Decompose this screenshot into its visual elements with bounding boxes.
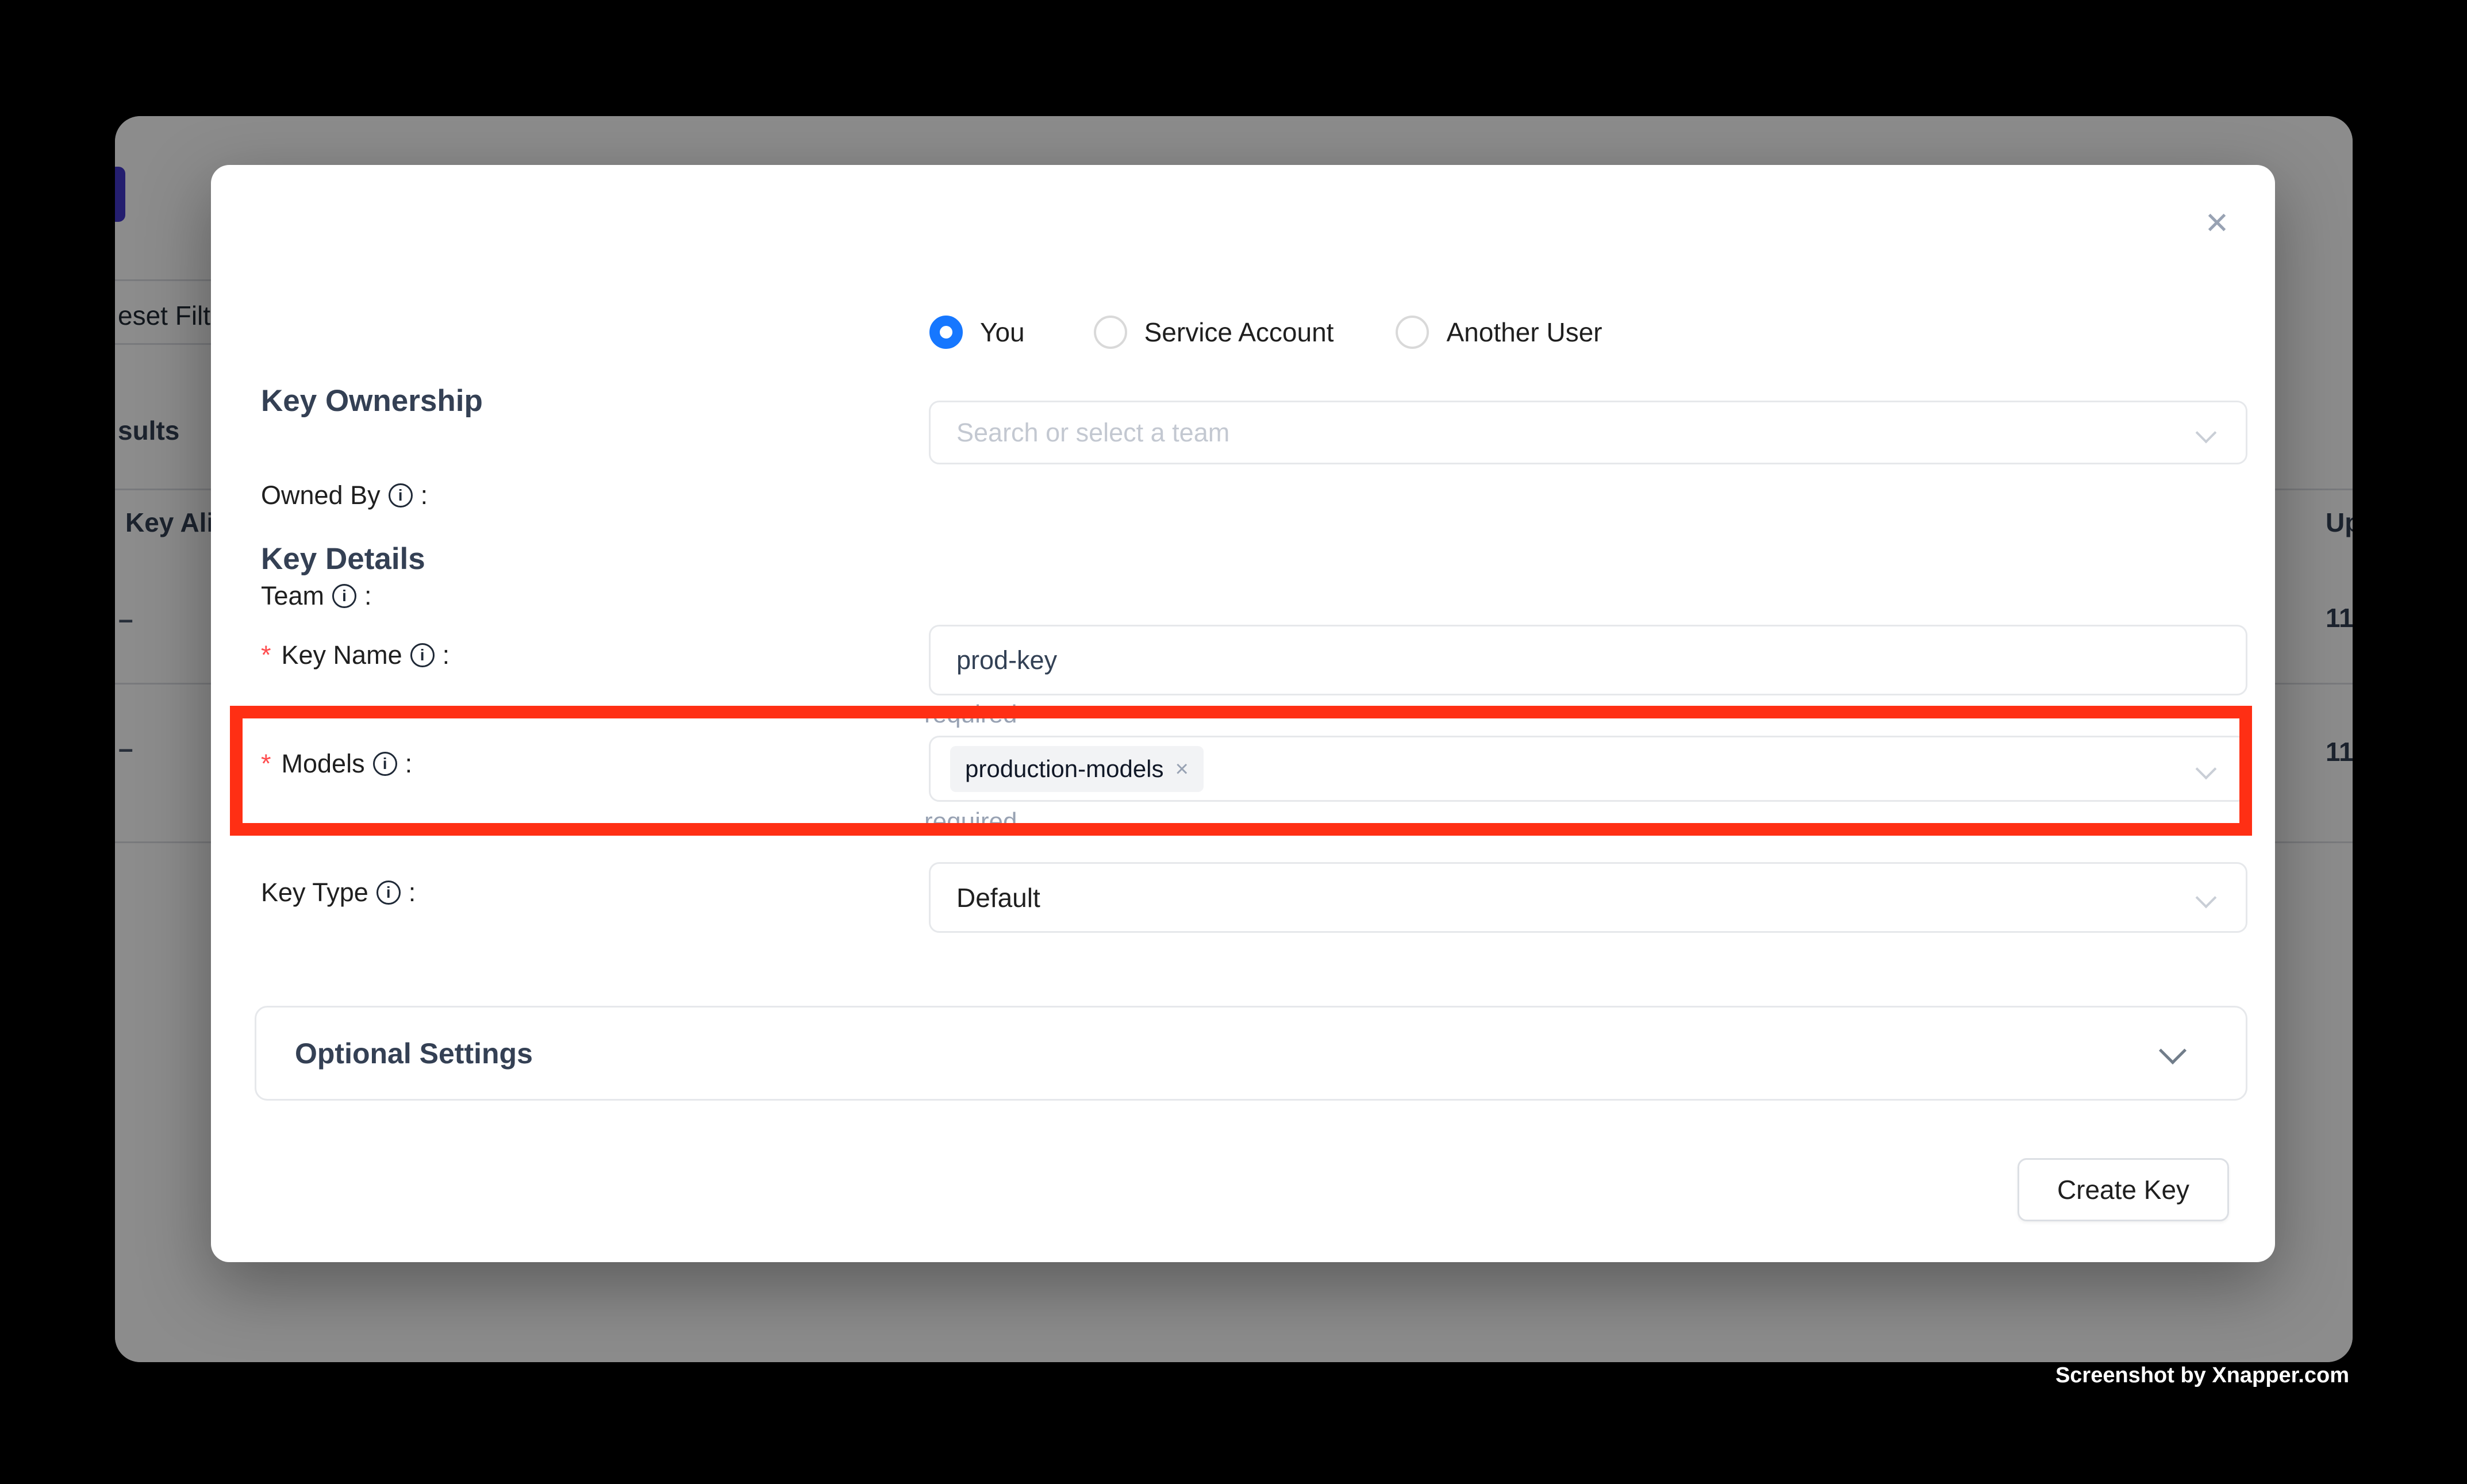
radio-another-user-label[interactable]: Another User [1446, 317, 1602, 348]
remove-tag-icon[interactable]: × [1175, 758, 1189, 781]
models-label: * Models i : [261, 749, 412, 779]
create-key-modal: Key Ownership ✕ Owned By i : You Service… [211, 165, 2275, 1262]
key-type-label: Key Type i : [261, 878, 416, 908]
optional-settings-title: Optional Settings [295, 1037, 533, 1070]
label-colon: : [364, 581, 372, 611]
info-icon[interactable]: i [410, 643, 435, 667]
label-colon: : [405, 749, 413, 779]
owned-by-radio-group: You Service Account Another User [929, 316, 1602, 349]
key-name-required-error: required [924, 700, 1017, 729]
selected-model-tag: production-models × [950, 746, 1204, 792]
info-icon[interactable]: i [376, 881, 401, 905]
key-name-value: prod-key [931, 645, 1057, 675]
info-icon[interactable]: i [332, 584, 356, 608]
label-colon: : [443, 640, 450, 670]
selected-model-tag-text: production-models [965, 755, 1164, 783]
radio-service-account-label[interactable]: Service Account [1144, 317, 1334, 348]
close-icon[interactable]: ✕ [2194, 201, 2240, 247]
models-label-text: Models [282, 749, 365, 779]
watermark-text: Screenshot by Xnapper.com [2055, 1363, 2349, 1388]
team-label-text: Team [261, 581, 324, 611]
radio-service-account[interactable] [1094, 316, 1127, 349]
radio-you-label[interactable]: You [980, 317, 1025, 348]
label-colon: : [421, 480, 428, 510]
key-name-label: * Key Name i : [261, 640, 449, 670]
models-required-error: required [924, 808, 1017, 836]
team-label: Team i : [261, 581, 372, 611]
chevron-down-icon [2196, 887, 2217, 908]
chevron-down-icon [2196, 758, 2217, 779]
radio-another-user[interactable] [1396, 316, 1429, 349]
required-asterisk: * [261, 749, 271, 779]
key-type-value: Default [931, 882, 1040, 913]
owned-by-label-text: Owned By [261, 480, 381, 510]
owned-by-label: Owned By i : [261, 480, 428, 510]
models-select[interactable]: production-models × [929, 736, 2247, 802]
required-asterisk: * [261, 640, 271, 670]
key-name-label-text: Key Name [282, 640, 402, 670]
key-type-label-text: Key Type [261, 878, 368, 908]
radio-you[interactable] [929, 316, 963, 349]
create-key-button[interactable]: Create Key [2018, 1158, 2229, 1221]
section-title-key-details: Key Details [261, 541, 425, 576]
chevron-down-icon [2159, 1036, 2187, 1064]
section-title-key-ownership: Key Ownership [261, 383, 483, 418]
chevron-down-icon [2196, 422, 2217, 443]
info-icon[interactable]: i [389, 483, 413, 508]
label-colon: : [409, 878, 416, 908]
team-select[interactable]: Search or select a team [929, 401, 2247, 464]
key-name-input[interactable]: prod-key [929, 625, 2247, 695]
key-type-select[interactable]: Default [929, 862, 2247, 933]
team-select-placeholder: Search or select a team [931, 418, 1229, 448]
optional-settings-expander[interactable]: Optional Settings [255, 1006, 2247, 1101]
info-icon[interactable]: i [373, 752, 397, 776]
